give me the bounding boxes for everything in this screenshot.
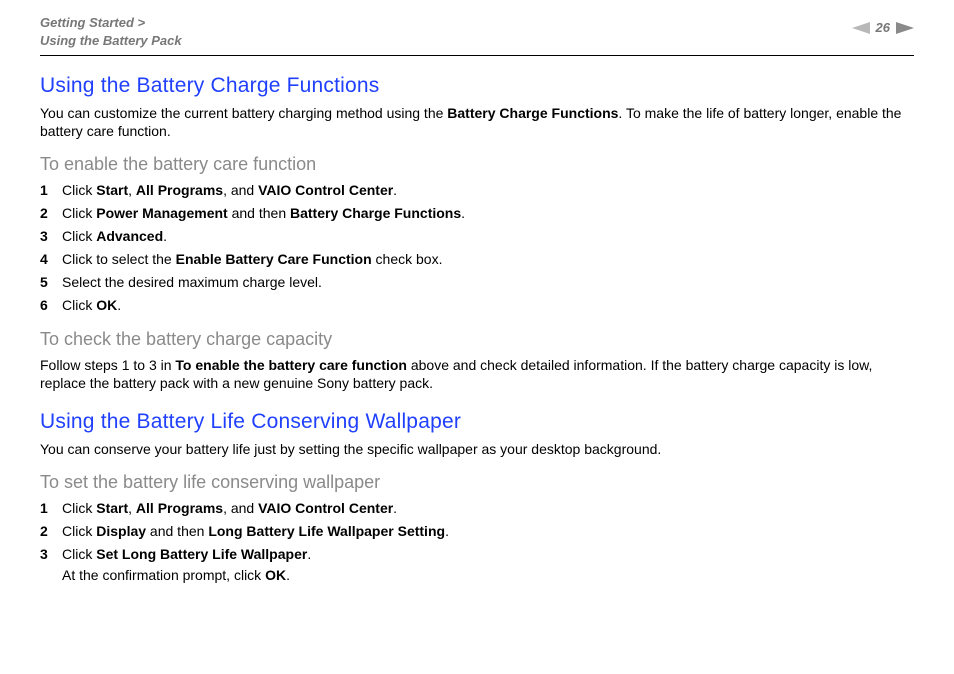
heading-set-wallpaper: To set the battery life conserving wallp…	[40, 472, 914, 493]
heading-wallpaper: Using the Battery Life Conserving Wallpa…	[40, 410, 914, 434]
step-number: 6	[40, 296, 62, 315]
step-text: Click Start, All Programs, and VAIO Cont…	[62, 181, 914, 200]
steps-wallpaper: 1Click Start, All Programs, and VAIO Con…	[40, 499, 914, 585]
step-number: 1	[40, 181, 62, 200]
step-text: Click Display and then Long Battery Life…	[62, 522, 914, 541]
heading-check-capacity: To check the battery charge capacity	[40, 329, 914, 350]
breadcrumb-line2: Using the Battery Pack	[40, 33, 182, 48]
step-item: 2Click Power Management and then Battery…	[40, 204, 914, 223]
step-text: Click Power Management and then Battery …	[62, 204, 914, 223]
page-navigator: 26	[852, 20, 914, 35]
step-item: 5Select the desired maximum charge level…	[40, 273, 914, 292]
step-number: 1	[40, 499, 62, 518]
step-number: 4	[40, 250, 62, 269]
step-text: Click to select the Enable Battery Care …	[62, 250, 914, 269]
step-number: 3	[40, 545, 62, 564]
step-text: Click OK.	[62, 296, 914, 315]
heading-enable-battery-care: To enable the battery care function	[40, 154, 914, 175]
para-check-capacity: Follow steps 1 to 3 in To enable the bat…	[40, 356, 914, 392]
step-text: Click Start, All Programs, and VAIO Cont…	[62, 499, 914, 518]
step-item: 1Click Start, All Programs, and VAIO Con…	[40, 499, 914, 518]
step-text: Click Advanced.	[62, 227, 914, 246]
step-item: 4Click to select the Enable Battery Care…	[40, 250, 914, 269]
para-charge-intro: You can customize the current battery ch…	[40, 104, 914, 140]
step-subline: At the confirmation prompt, click OK.	[62, 566, 914, 585]
prev-page-arrow-icon[interactable]	[852, 22, 870, 34]
step-item: 2Click Display and then Long Battery Lif…	[40, 522, 914, 541]
step-item: 3Click Advanced.	[40, 227, 914, 246]
step-text: Click Set Long Battery Life Wallpaper.At…	[62, 545, 914, 585]
steps-enable: 1Click Start, All Programs, and VAIO Con…	[40, 181, 914, 314]
page-number: 26	[876, 20, 890, 35]
breadcrumb-line1: Getting Started >	[40, 15, 145, 30]
step-number: 5	[40, 273, 62, 292]
step-text: Select the desired maximum charge level.	[62, 273, 914, 292]
para-wallpaper-intro: You can conserve your battery life just …	[40, 440, 914, 458]
step-item: 6Click OK.	[40, 296, 914, 315]
next-page-arrow-icon[interactable]	[896, 22, 914, 34]
step-item: 3Click Set Long Battery Life Wallpaper.A…	[40, 545, 914, 585]
step-number: 3	[40, 227, 62, 246]
step-number: 2	[40, 204, 62, 223]
heading-charge-functions: Using the Battery Charge Functions	[40, 74, 914, 98]
breadcrumb: Getting Started > Using the Battery Pack	[40, 14, 182, 49]
step-item: 1Click Start, All Programs, and VAIO Con…	[40, 181, 914, 200]
step-number: 2	[40, 522, 62, 541]
header-rule	[40, 55, 914, 56]
